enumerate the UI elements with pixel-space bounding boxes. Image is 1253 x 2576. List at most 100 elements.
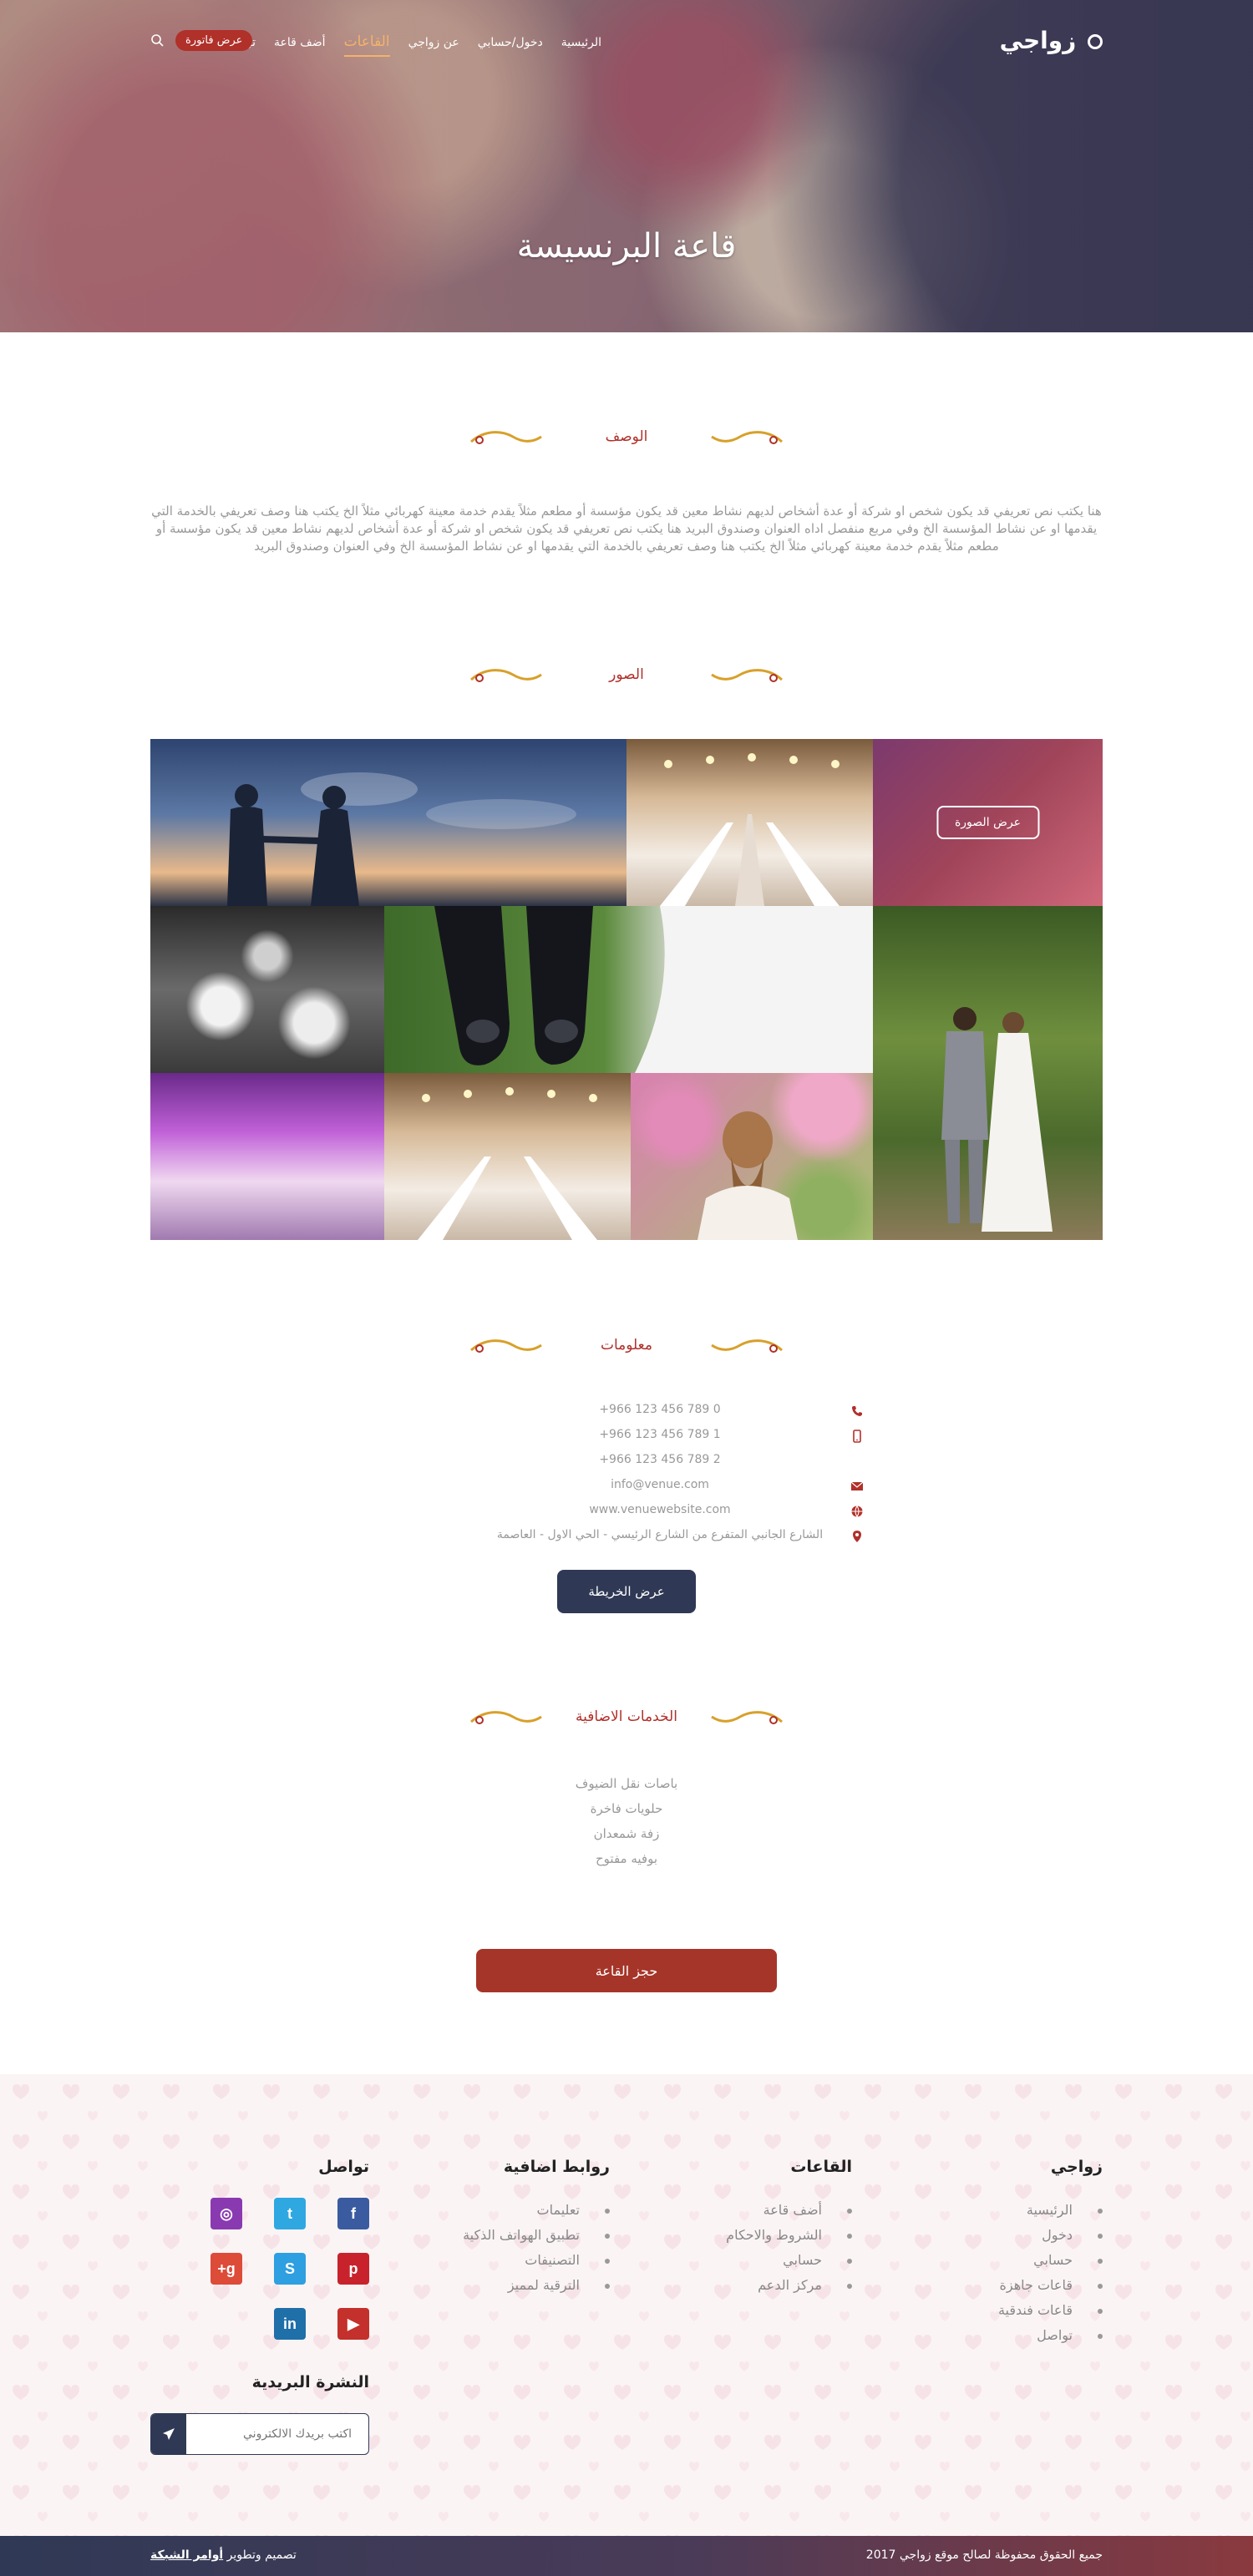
website-value[interactable]: www.venuewebsite.com (459, 1503, 860, 1516)
credit-prefix: تصميم وتطوير (226, 2548, 297, 2562)
section-title: الصور (609, 666, 644, 683)
instagram-icon[interactable]: ◎ (211, 2198, 242, 2229)
social-links: f t ◎ p Sg+ ▶ in (150, 2198, 369, 2340)
footer-heading: روابط اضافية (503, 2158, 610, 2176)
services-list: باصات نقل الضيوف حلويات فاخرة زفة شمعدان… (0, 1771, 1253, 1871)
invoice-button[interactable]: عرض فاتورة (175, 30, 253, 51)
service-item: حلويات فاخرة (590, 1801, 663, 1816)
shoes-graphic (434, 906, 873, 1073)
footer-link[interactable]: الترقية لمميز (409, 2273, 610, 2298)
fax-row: +966 123 456 789 2 (418, 1450, 860, 1475)
linkedin-icon[interactable]: in (274, 2308, 306, 2340)
footer-link[interactable]: الشروط والاحكام (668, 2223, 852, 2248)
info-heading: معلومات (0, 1330, 1253, 1364)
ornament-icon (711, 431, 783, 444)
website-row: www.venuewebsite.com (418, 1500, 863, 1525)
service-item: بوفيه مفتوح (595, 1851, 657, 1866)
nav-about[interactable]: عن زواجي (408, 36, 459, 54)
gallery-photo-shoes-dress[interactable] (384, 906, 873, 1073)
search-icon[interactable] (150, 33, 164, 47)
photo-gallery: عرض الصورة (150, 739, 1103, 1240)
footer-link[interactable]: التصنيفات (409, 2248, 610, 2273)
copyright-bar: جميع الحقوق محفوظة لصالح موقع زواجي 2017… (0, 2536, 1253, 2576)
pinterest-icon[interactable]: p (337, 2253, 369, 2285)
couple-silhouette (227, 772, 576, 906)
section-title: معلومات (600, 1337, 652, 1354)
footer-link[interactable]: دخول (936, 2223, 1103, 2248)
section-title: الخدمات الاضافية (576, 1708, 677, 1725)
footer-column-contact: تواصل f t ◎ p Sg+ ▶ in النشرة البريدية (150, 2158, 369, 2455)
skype-icon[interactable]: S (274, 2253, 306, 2285)
footer-heading: القاعات (790, 2158, 852, 2176)
footer-link[interactable]: تطبيق الهواتف الذكية (409, 2223, 610, 2248)
footer-link[interactable]: حسابي (668, 2248, 852, 2273)
logo-text: زواجي (999, 27, 1077, 54)
gallery-photo-couple-sunset[interactable] (150, 739, 626, 906)
footer-heading: زواجي (1050, 2158, 1103, 2176)
nav-login[interactable]: دخول/حسابي (478, 36, 543, 54)
service-item: باصات نقل الضيوف (575, 1776, 678, 1791)
footer-link[interactable]: الرئيسية (936, 2198, 1103, 2223)
footer-link[interactable]: تواصل (936, 2323, 1103, 2348)
gallery-photo-couple-walking[interactable] (873, 906, 1103, 1240)
twitter-icon[interactable]: t (274, 2198, 306, 2229)
footer-link[interactable]: قاعات فندقية (936, 2298, 1103, 2323)
nav-add-venue[interactable]: أضف قاعة (274, 36, 326, 54)
youtube-icon[interactable]: ▶ (337, 2308, 369, 2340)
hall-lights (660, 753, 840, 906)
mobile-value[interactable]: +966 123 456 789 1 (459, 1428, 860, 1441)
ornament-icon (711, 1339, 783, 1353)
services-heading: الخدمات الاضافية (0, 1702, 1253, 1735)
main-menu: الرئيسية دخول/حسابي عن زواجي القاعات أضف… (225, 33, 601, 57)
phone-value[interactable]: +966 123 456 789 0 (459, 1403, 860, 1416)
gallery-photo-bride-flowers[interactable] (631, 1073, 873, 1240)
phone-row: +966 123 456 789 0 (418, 1399, 862, 1425)
facebook-icon[interactable]: f (337, 2198, 369, 2229)
address-value: الشارع الجانبي المتفرع من الشارع الرئيسي… (496, 1528, 824, 1541)
gallery-photo-purple-hall[interactable] (150, 1073, 384, 1240)
footer-heading: تواصل (318, 2158, 369, 2176)
contact-info-list: +966 123 456 789 0 +966 123 456 789 1 +9… (418, 1399, 864, 1550)
email-value[interactable]: info@venue.com (459, 1478, 860, 1491)
newsletter-email-input[interactable] (183, 2414, 368, 2454)
bride-figure (698, 1111, 798, 1240)
credit-link[interactable]: أوامر الشبكة (150, 2548, 223, 2562)
top-nav: زواجي الرئيسية دخول/حسابي عن زواجي القاع… (0, 27, 1253, 57)
nav-home[interactable]: الرئيسية (561, 36, 601, 54)
address-row: الشارع الجانبي المتفرع من الشارع الرئيسي… (418, 1525, 861, 1550)
newsletter-form (150, 2413, 369, 2455)
footer-link[interactable]: قاعات جاهزة (936, 2273, 1103, 2298)
couple-walking (941, 1007, 1053, 1232)
service-item: زفة شمعدان (593, 1826, 660, 1841)
newsletter-title: النشرة البريدية (251, 2373, 369, 2391)
gallery-photo-hover[interactable]: عرض الصورة (873, 739, 1103, 906)
ornament-icon (711, 669, 783, 682)
gallery-photo-bw-tables[interactable] (150, 906, 384, 1073)
gallery-photo-hall-tables-2[interactable] (384, 1073, 631, 1240)
google-plus-icon[interactable]: g+ (211, 2253, 242, 2285)
copyright-text: جميع الحقوق محفوظة لصالح موقع زواجي 2017 (865, 2548, 1103, 2562)
footer-column-site: زواجي الرئيسية دخول حسابي قاعات جاهزة قا… (936, 2158, 1103, 2348)
view-photo-button[interactable]: عرض الصورة (936, 806, 1040, 839)
footer-column-extra-links: روابط اضافية تعليمات تطبيق الهواتف الذكي… (409, 2158, 610, 2298)
gallery-photo-hall-tables[interactable] (626, 739, 873, 906)
book-venue-button[interactable]: حجز القاعة (476, 1949, 777, 1992)
mobile-row: +966 123 456 789 1 (418, 1425, 861, 1450)
ornament-icon (711, 1711, 783, 1724)
credit-text: تصميم وتطوير أوامر الشبكة (150, 2548, 297, 2562)
hero-banner: زواجي الرئيسية دخول/حسابي عن زواجي القاع… (0, 0, 1253, 332)
page-title: قاعة البرنسيسة (516, 227, 737, 266)
footer-link[interactable]: حسابي (936, 2248, 1103, 2273)
site-logo[interactable]: زواجي (1000, 27, 1103, 54)
nav-venues[interactable]: القاعات (343, 33, 390, 57)
footer-link[interactable]: مركز الدعم (668, 2273, 852, 2298)
newsletter-send-button[interactable] (151, 2414, 186, 2454)
venue-description: هنا يكتب نص تعريفي قد يكون شخص او شركة أ… (151, 504, 1102, 554)
hall-lights (418, 1087, 597, 1240)
ring-icon (1088, 34, 1103, 49)
paper-plane-icon (163, 2428, 175, 2440)
show-map-button[interactable]: عرض الخريطة (557, 1570, 696, 1613)
footer-link[interactable]: تعليمات (409, 2198, 610, 2223)
footer-link[interactable]: أضف قاعة (668, 2198, 852, 2223)
fax-value[interactable]: +966 123 456 789 2 (459, 1453, 860, 1466)
